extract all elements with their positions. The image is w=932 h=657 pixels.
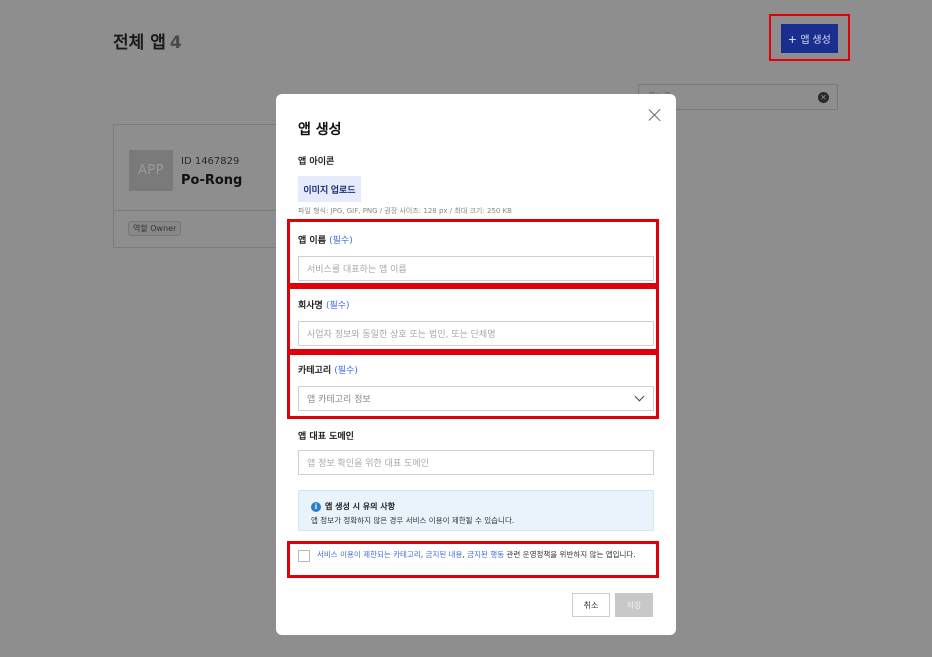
notice-box: i 앱 생성 시 유의 사항 앱 정보가 정확하지 않은 경우 서비스 이용이 … [298,490,654,531]
modal-title: 앱 생성 [298,122,342,138]
page-title-text: 전체 앱 [113,33,166,53]
domain-label: 앱 대표 도메인 [298,432,354,442]
image-upload-button[interactable]: 이미지 업로드 [298,176,361,202]
domain-input[interactable] [299,452,653,476]
app-name: Po-Rong [181,173,243,188]
role-badge: 역할 Owner [128,221,182,236]
notice-title: 앱 생성 시 유의 사항 [325,502,396,511]
app-icon-label: 앱 아이콘 [298,157,335,167]
info-icon: i [311,502,321,512]
app-id: ID 1467829 [181,156,240,167]
domain-field[interactable] [298,450,654,476]
category-highlight [287,352,659,419]
app-thumbnail: APP [129,150,173,191]
save-button[interactable]: 저장 [615,593,653,617]
clear-search-icon[interactable]: ✕ [818,92,829,103]
page-title: 전체 앱4 [113,28,182,53]
upload-hint: 파일 형식: JPG, GIF, PNG / 권장 사이즈: 128 px / … [298,207,512,215]
notice-body: 앱 정보가 정확하지 않은 경우 서비스 이용이 제한될 수 있습니다. [311,516,515,525]
agreement-highlight [287,541,659,578]
create-app-label: 앱 생성 [800,35,831,46]
close-icon[interactable] [648,108,662,122]
app-name-highlight [287,219,659,286]
card-divider [114,210,292,211]
app-count: 4 [169,33,182,53]
plus-icon: + [788,30,797,47]
app-card[interactable]: APP ID 1467829 Po-Rong 역할 Owner [113,124,293,248]
company-highlight [287,286,659,352]
create-app-highlight: + 앱 생성 [769,14,850,61]
cancel-button[interactable]: 취소 [572,593,610,617]
create-app-button[interactable]: + 앱 생성 [781,24,838,53]
